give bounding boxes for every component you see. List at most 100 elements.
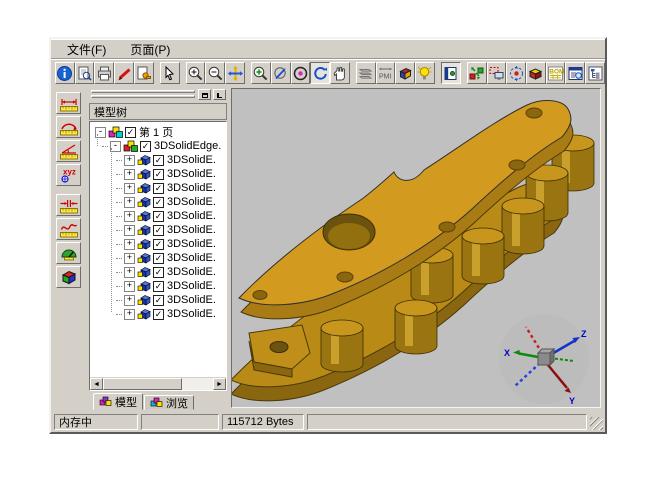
- visibility-checkbox[interactable]: ✓: [153, 155, 164, 166]
- select-button[interactable]: [160, 62, 180, 84]
- tree-label[interactable]: 3DSolidEdge.: [153, 140, 222, 152]
- visibility-checkbox[interactable]: ✓: [125, 127, 136, 138]
- tree-horizontal-scrollbar[interactable]: ◄ ►: [90, 377, 226, 390]
- capture-button[interactable]: [487, 62, 507, 84]
- export-button[interactable]: [134, 62, 154, 84]
- measure-distance-button[interactable]: [56, 92, 81, 114]
- zoom-out-button[interactable]: [205, 62, 225, 84]
- visibility-checkbox[interactable]: ✓: [153, 183, 164, 194]
- scroll-left-button[interactable]: ◄: [90, 378, 103, 390]
- panel-gripper[interactable]: [91, 95, 195, 98]
- layers-button[interactable]: [356, 62, 376, 84]
- expand-toggle-icon[interactable]: +: [124, 211, 135, 222]
- pan-axes-button[interactable]: [225, 62, 245, 84]
- visibility-checkbox[interactable]: ✓: [153, 253, 164, 264]
- status-memory: 内存中: [54, 414, 138, 430]
- light-button[interactable]: [415, 62, 435, 84]
- panel-gripper[interactable]: [91, 90, 195, 93]
- part-icon: [137, 154, 151, 166]
- rotate-button[interactable]: [310, 62, 330, 84]
- visibility-checkbox[interactable]: ✓: [153, 169, 164, 180]
- menu-page[interactable]: 页面(P): [128, 40, 172, 59]
- model-tree-panel: 模型树 - ✓ 第 1 页 -: [87, 86, 229, 410]
- expand-toggle-icon[interactable]: +: [124, 155, 135, 166]
- tree-row-part: + ✓3DSolidE.: [92, 251, 226, 265]
- visibility-checkbox[interactable]: ✓: [153, 239, 164, 250]
- tree-label[interactable]: 3DSolidE.: [166, 238, 217, 250]
- visibility-checkbox[interactable]: ✓: [153, 225, 164, 236]
- visibility-checkbox[interactable]: ✓: [153, 309, 164, 320]
- tree-label[interactable]: 3DSolidE.: [166, 168, 217, 180]
- solids-button[interactable]: [526, 62, 546, 84]
- panel-titlebar[interactable]: [89, 89, 227, 101]
- visibility-checkbox[interactable]: ✓: [153, 211, 164, 222]
- markup-button[interactable]: [114, 62, 134, 84]
- measure-angle-button[interactable]: [56, 140, 81, 162]
- viewport-3d[interactable]: X Z Y: [231, 88, 601, 408]
- measure-area-button[interactable]: [56, 242, 81, 264]
- orientation-trackball[interactable]: X Z Y: [496, 311, 592, 407]
- scroll-thumb[interactable]: [103, 378, 182, 390]
- orbit-button[interactable]: [291, 62, 311, 84]
- zoom-dynamic-button[interactable]: [271, 62, 291, 84]
- measure-volume-button[interactable]: [56, 266, 81, 288]
- structure-tree-button[interactable]: [585, 62, 605, 84]
- measure-min-distance-button[interactable]: [56, 194, 81, 216]
- menu-file[interactable]: 文件(F): [65, 40, 108, 59]
- scroll-right-button[interactable]: ►: [213, 378, 226, 390]
- tree-label[interactable]: 3DSolidE.: [166, 154, 217, 166]
- preview-button[interactable]: [75, 62, 95, 84]
- tree-label[interactable]: 3DSolidE.: [166, 224, 217, 236]
- panel-float-button[interactable]: [198, 89, 211, 100]
- zoom-in-button[interactable]: [186, 62, 206, 84]
- spin-view-button[interactable]: [506, 62, 526, 84]
- expand-toggle-icon[interactable]: +: [124, 267, 135, 278]
- tree-label[interactable]: 3DSolidE.: [166, 308, 217, 320]
- tree-label[interactable]: 3DSolidE.: [166, 182, 217, 194]
- visibility-checkbox[interactable]: ✓: [153, 295, 164, 306]
- expand-toggle-icon[interactable]: +: [124, 197, 135, 208]
- visibility-checkbox[interactable]: ✓: [153, 197, 164, 208]
- tree-label[interactable]: 3DSolidE.: [166, 196, 217, 208]
- visibility-checkbox[interactable]: ✓: [153, 267, 164, 278]
- markup-pencil-icon: [116, 65, 133, 82]
- tree-label[interactable]: 3DSolidE.: [166, 252, 217, 264]
- notebook-button[interactable]: [441, 62, 461, 84]
- tab-browse[interactable]: 浏览: [144, 395, 194, 410]
- view3d-button[interactable]: [395, 62, 415, 84]
- info-button[interactable]: [55, 62, 75, 84]
- expand-toggle-icon[interactable]: +: [124, 225, 135, 236]
- hand-pan-button[interactable]: [330, 62, 350, 84]
- expand-toggle-icon[interactable]: +: [124, 253, 135, 264]
- tree-label[interactable]: 3DSolidE.: [166, 294, 217, 306]
- measure-radius-button[interactable]: [56, 116, 81, 138]
- scroll-track[interactable]: [103, 378, 213, 390]
- expand-toggle-icon[interactable]: +: [124, 169, 135, 180]
- print-button[interactable]: [94, 62, 114, 84]
- expand-toggle-icon[interactable]: +: [124, 239, 135, 250]
- panel-hide-button[interactable]: [213, 89, 226, 100]
- tab-model-label: 模型: [115, 394, 137, 410]
- pmi-button[interactable]: PMI: [376, 62, 396, 84]
- expand-toggle-icon[interactable]: +: [124, 309, 135, 320]
- zoom-window-button[interactable]: [251, 62, 271, 84]
- visibility-checkbox[interactable]: ✓: [140, 141, 151, 152]
- svg-text:PMI: PMI: [379, 73, 392, 80]
- measure-curve-length-button[interactable]: [56, 218, 81, 240]
- info-icon: [56, 65, 73, 82]
- measure-angle-icon: [59, 142, 79, 160]
- tree-label[interactable]: 3DSolidE.: [166, 210, 217, 222]
- tab-model[interactable]: 模型: [93, 393, 143, 410]
- expand-toggle-icon[interactable]: +: [124, 183, 135, 194]
- report-button[interactable]: [565, 62, 585, 84]
- expand-toggle-icon[interactable]: +: [124, 281, 135, 292]
- expand-toggle-icon[interactable]: +: [124, 295, 135, 306]
- resize-grip[interactable]: [590, 417, 603, 430]
- explode-button[interactable]: [467, 62, 487, 84]
- measure-coordinate-button[interactable]: xyz: [56, 164, 81, 186]
- tree-label[interactable]: 3DSolidE.: [166, 280, 217, 292]
- tree-label[interactable]: 第 1 页: [138, 124, 174, 140]
- bom-button[interactable]: BOM: [546, 62, 566, 84]
- visibility-checkbox[interactable]: ✓: [153, 281, 164, 292]
- tree-label[interactable]: 3DSolidE.: [166, 266, 217, 278]
